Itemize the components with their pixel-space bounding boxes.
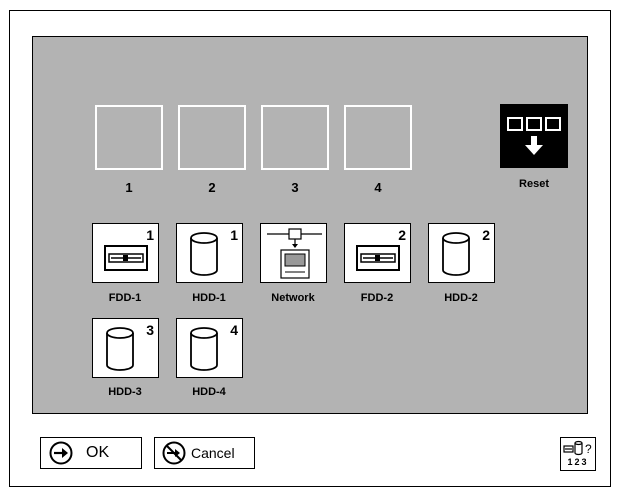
cancel-button[interactable]: Cancel	[154, 437, 255, 469]
device-help-icon: ?	[563, 440, 592, 456]
device-label: HDD-4	[192, 386, 226, 398]
network-icon	[267, 228, 322, 279]
device-number-badge: 3	[146, 322, 154, 338]
boot-slot-number: 4	[374, 180, 382, 195]
reset-icon	[507, 117, 561, 155]
boot-slot-number: 1	[125, 180, 133, 195]
device-label: FDD-1	[108, 292, 142, 304]
ok-label: OK	[86, 444, 110, 461]
device-help-button[interactable]: ? 123	[560, 437, 596, 471]
device-label: HDD-2	[444, 292, 478, 304]
reset-button[interactable]	[500, 104, 568, 168]
device-hdd-4[interactable]: 4	[176, 318, 243, 378]
cancel-icon	[162, 441, 186, 465]
cancel-label: Cancel	[191, 445, 235, 461]
svg-text:?: ?	[585, 442, 592, 456]
device-label: HDD-3	[108, 386, 142, 398]
device-label: FDD-2	[360, 292, 394, 304]
device-label: Network	[271, 292, 315, 304]
boot-slot-3[interactable]	[261, 105, 329, 170]
device-fdd-1[interactable]: 1	[92, 223, 159, 283]
help-numbers: 123	[567, 457, 589, 467]
boot-slot-number: 2	[208, 180, 216, 195]
device-hdd-3[interactable]: 3	[92, 318, 159, 378]
device-number-badge: 4	[230, 322, 238, 338]
boot-slot-number: 3	[291, 180, 299, 195]
device-number-badge: 2	[398, 227, 406, 243]
device-number-badge: 1	[146, 227, 154, 243]
arrow-right-circle-icon	[49, 441, 73, 465]
device-hdd-1[interactable]: 1	[176, 223, 243, 283]
reset-label: Reset	[519, 178, 549, 190]
device-label: HDD-1	[192, 292, 226, 304]
device-number-badge: 1	[230, 227, 238, 243]
boot-slot-2[interactable]	[178, 105, 246, 170]
ok-button[interactable]: OK	[40, 437, 142, 469]
device-hdd-2[interactable]: 2	[428, 223, 495, 283]
device-network[interactable]	[260, 223, 327, 283]
boot-slot-4[interactable]	[344, 105, 412, 170]
startup-sequence-panel: 1 2 3 4 Reset 1 FDD-1 1 HDD-1 Network 2 …	[32, 36, 588, 414]
boot-slot-1[interactable]	[95, 105, 163, 170]
device-number-badge: 2	[482, 227, 490, 243]
device-fdd-2[interactable]: 2	[344, 223, 411, 283]
